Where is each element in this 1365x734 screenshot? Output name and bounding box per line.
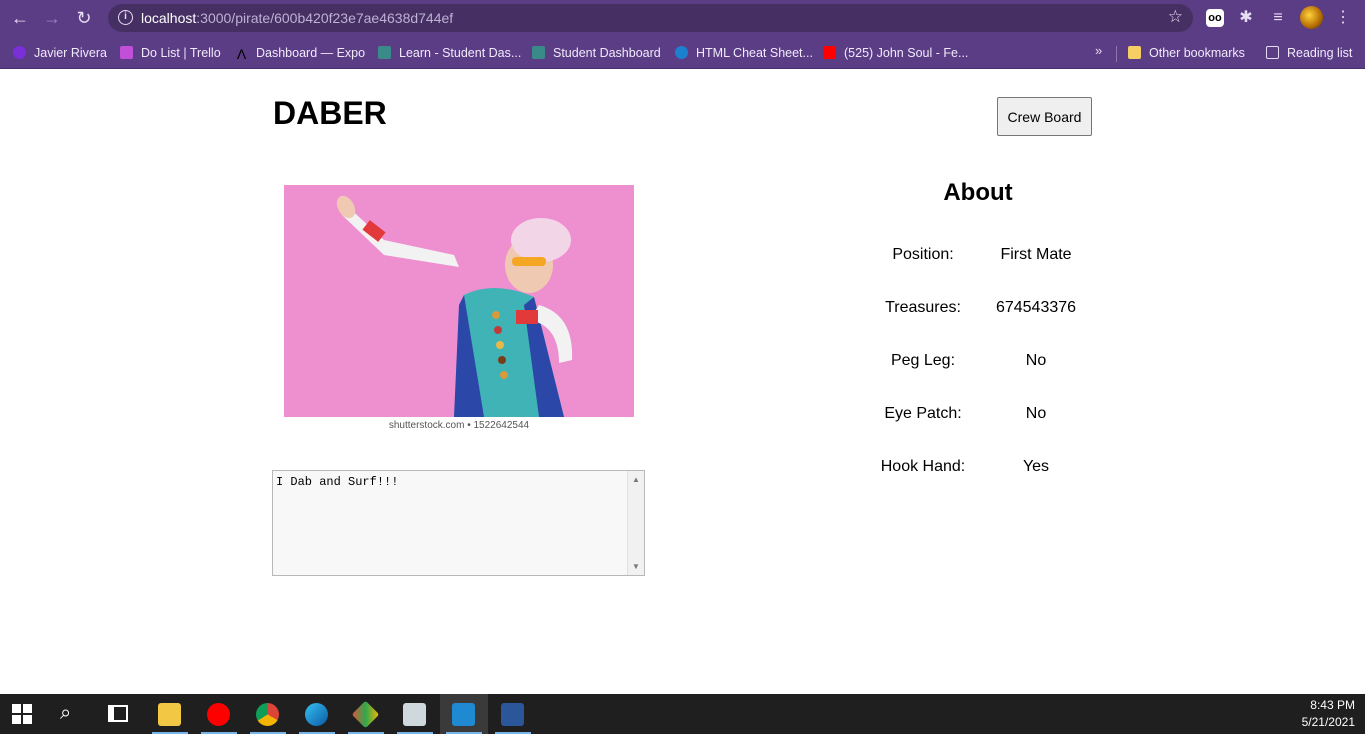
other-bookmarks-label: Other bookmarks: [1149, 46, 1245, 60]
about-value: 674543376: [995, 299, 1077, 316]
trello-icon: [120, 46, 133, 59]
bookmark-label: Dashboard — Expo: [256, 46, 366, 60]
about-label: Peg Leg:: [890, 352, 956, 369]
image-watermark-caption: shutterstock.com • 1522642544: [388, 420, 530, 431]
menu-dots-icon[interactable]: ⋮: [1332, 7, 1354, 29]
extensions-puzzle-icon[interactable]: ✱: [1235, 7, 1257, 29]
vscode-icon[interactable]: [440, 694, 488, 734]
bookmark-label: Javier Rivera: [34, 46, 107, 60]
twitch-icon: [13, 46, 26, 59]
crew-board-button[interactable]: Crew Board: [997, 97, 1092, 136]
html-icon: [675, 46, 688, 59]
page-content: DABER Crew Board shutterstock.com • 1522…: [0, 69, 1365, 694]
about-value: No: [1025, 405, 1047, 422]
back-arrow-icon[interactable]: ←: [10, 8, 30, 28]
scroll-down-icon[interactable]: ▼: [632, 562, 640, 571]
word-icon[interactable]: [489, 694, 537, 734]
windows-taskbar: ⌕ 8:43 PM 5/21/2021: [0, 694, 1365, 734]
address-bar[interactable]: i localhost:3000/pirate/600b420f23e7ae46…: [108, 4, 1193, 32]
site-info-icon[interactable]: i: [118, 10, 133, 25]
about-row-eye-patch: Eye Patch: No: [858, 405, 1098, 425]
system-clock[interactable]: 8:43 PM 5/21/2021: [1302, 697, 1355, 731]
about-row-peg-leg: Peg Leg: No: [858, 352, 1098, 372]
about-value: Yes: [1022, 458, 1050, 475]
clock-date: 5/21/2021: [1301, 715, 1355, 729]
bookmark-label: (525) John Soul - Fe...: [844, 46, 969, 60]
task-view-icon[interactable]: [108, 705, 128, 722]
profile-avatar[interactable]: [1300, 6, 1323, 29]
clock-time: 8:43 PM: [1310, 698, 1355, 712]
git-icon[interactable]: [342, 694, 390, 734]
bookmark-item[interactable]: Learn - Student Das...: [378, 43, 521, 63]
reading-list-label: Reading list: [1287, 46, 1353, 60]
youtube-music-icon[interactable]: [195, 694, 243, 734]
bookmark-item[interactable]: Λ Dashboard — Expo: [235, 43, 365, 63]
bookmark-label: Do List | Trello: [141, 46, 221, 60]
bookmark-star-icon[interactable]: ☆: [1168, 7, 1183, 27]
bookmark-item[interactable]: Student Dashboard: [532, 43, 661, 63]
about-label: Position:: [892, 246, 954, 263]
about-heading: About: [943, 179, 1013, 206]
youtube-icon: [823, 46, 836, 59]
file-explorer-icon[interactable]: [146, 694, 194, 734]
media-queue-icon[interactable]: ≡: [1267, 7, 1289, 29]
folder-icon: [1128, 46, 1141, 59]
bookmark-label: Student Dashboard: [553, 46, 661, 60]
browser-toolbar: ← → ↻ i localhost:3000/pirate/600b420f23…: [0, 0, 1365, 36]
more-bookmarks-icon[interactable]: »: [1095, 43, 1102, 58]
page-title: DABER: [273, 95, 387, 131]
bookmarks-bar: Javier Rivera Do List | Trello Λ Dashboar…: [0, 36, 1365, 69]
pirate-photo: shutterstock.com • 1522642544: [284, 185, 634, 435]
search-icon[interactable]: ⌕: [60, 702, 71, 725]
chrome-icon[interactable]: [244, 694, 292, 734]
bookmarks-divider: [1116, 46, 1117, 62]
learn-icon: [378, 46, 391, 59]
forward-arrow-icon[interactable]: →: [42, 8, 62, 28]
about-row-position: Position: First Mate: [858, 246, 1098, 266]
url-text[interactable]: localhost:3000/pirate/600b420f23e7ae4638…: [141, 10, 453, 26]
glasses-extension-icon[interactable]: oo: [1206, 9, 1224, 27]
dancing-person-illustration: [336, 195, 573, 417]
reading-list-icon: [1266, 46, 1279, 59]
bookmark-label: Learn - Student Das...: [399, 46, 522, 60]
drive-icon[interactable]: [391, 694, 439, 734]
windows-start-icon[interactable]: [12, 704, 32, 724]
bio-textarea[interactable]: I Dab and Surf!!!: [272, 470, 645, 576]
url-path: :3000/pirate/600b420f23e7ae4638d744ef: [196, 10, 454, 26]
bio-scrollbar[interactable]: ▲ ▼: [627, 471, 644, 575]
bookmark-item[interactable]: (525) John Soul - Fe...: [823, 43, 968, 63]
photo-background: [284, 185, 634, 417]
expo-icon: Λ: [236, 46, 247, 62]
learn-icon: [532, 46, 545, 59]
bookmark-item[interactable]: HTML Cheat Sheet...: [675, 43, 813, 63]
about-row-hook-hand: Hook Hand: Yes: [858, 458, 1098, 478]
bookmark-item[interactable]: Do List | Trello: [120, 43, 221, 63]
url-host: localhost: [141, 10, 197, 26]
about-value: No: [1025, 352, 1047, 369]
bookmark-label: HTML Cheat Sheet...: [696, 46, 813, 60]
edge-icon[interactable]: [293, 694, 341, 734]
bookmark-item[interactable]: Javier Rivera: [13, 43, 107, 63]
about-label: Hook Hand:: [880, 458, 966, 475]
about-row-treasures: Treasures: 674543376: [858, 299, 1098, 319]
scroll-up-icon[interactable]: ▲: [632, 475, 640, 484]
about-label: Treasures:: [885, 299, 961, 316]
about-value: First Mate: [1000, 246, 1072, 263]
reload-icon[interactable]: ↻: [74, 8, 94, 28]
about-label: Eye Patch:: [884, 405, 962, 422]
reading-list[interactable]: Reading list: [1266, 43, 1352, 63]
other-bookmarks[interactable]: Other bookmarks: [1128, 43, 1245, 63]
